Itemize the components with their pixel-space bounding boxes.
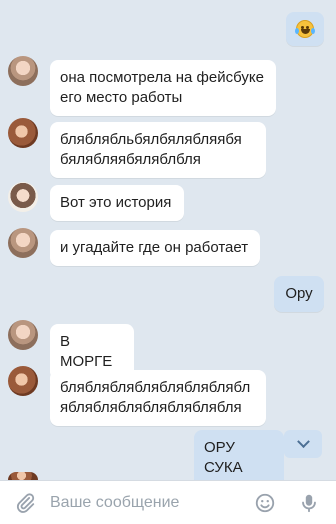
incoming-message-bubble[interactable]: Вот это история <box>50 185 184 221</box>
avatar[interactable] <box>8 56 38 86</box>
incoming-message-bubble[interactable]: она посмотрела на фейсбуке его место раб… <box>50 60 276 116</box>
outgoing-message-bubble[interactable]: Ору <box>274 276 324 312</box>
avatar[interactable] <box>8 118 38 148</box>
scroll-down-button[interactable] <box>284 430 322 458</box>
avatar[interactable] <box>8 182 38 212</box>
chevron-down-icon <box>296 434 310 448</box>
microphone-icon[interactable] <box>298 491 320 515</box>
outgoing-emoji-message[interactable] <box>286 12 324 46</box>
chat-history[interactable]: она посмотрела на фейсбуке его место раб… <box>0 0 336 480</box>
avatar[interactable] <box>8 366 38 396</box>
avatar[interactable] <box>8 320 38 350</box>
avatar[interactable] <box>8 228 38 258</box>
message-input[interactable] <box>50 491 240 515</box>
incoming-message-bubble[interactable]: и угадайте где он работает <box>50 230 260 266</box>
avatar <box>8 472 38 480</box>
incoming-message-bubble[interactable]: блябляблябляблябляблябл ябляблябляблябля… <box>50 370 266 426</box>
sticker-icon[interactable] <box>254 492 276 514</box>
incoming-message-bubble[interactable]: бляблябльбялбялябляябя бялябляябяляблбля <box>50 122 266 178</box>
tears-of-joy-emoji-icon <box>295 20 315 38</box>
outgoing-message-bubble[interactable]: ОРУ СУКА <box>194 430 284 480</box>
paperclip-icon[interactable] <box>14 492 36 514</box>
message-composer <box>0 480 336 524</box>
